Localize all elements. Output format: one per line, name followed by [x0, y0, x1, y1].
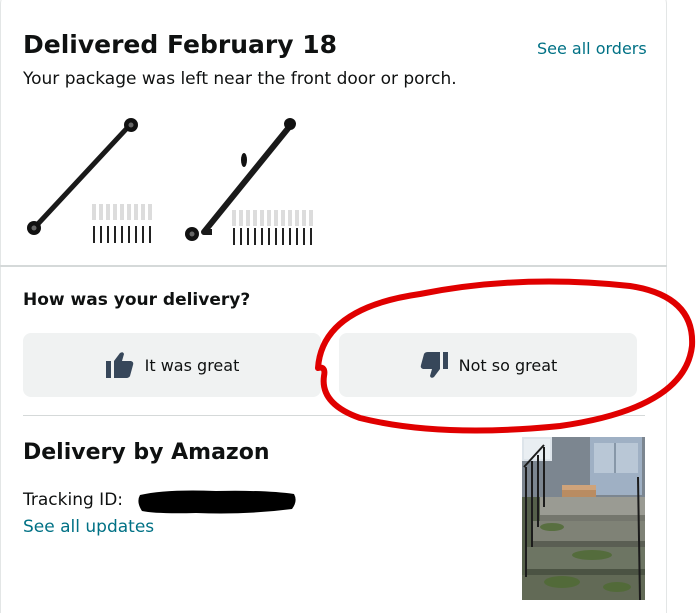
it-was-great-button[interactable]: It was great: [23, 333, 321, 397]
see-all-orders-link[interactable]: See all orders: [537, 39, 647, 58]
proof-of-delivery-photo[interactable]: [522, 437, 645, 600]
tracking-id-label: Tracking ID:: [23, 490, 124, 510]
delivery-location-text: Your package was left near the front doo…: [23, 69, 457, 89]
not-so-great-label: Not so great: [458, 355, 558, 375]
tracking-id-redaction: [136, 487, 298, 517]
section-divider: [0, 265, 667, 267]
section-divider: [23, 415, 645, 416]
angled-pipe-handrail-product-image[interactable]: [182, 112, 322, 252]
see-all-updates-link[interactable]: See all updates: [23, 517, 154, 537]
thumbs-down-icon: [419, 351, 449, 379]
not-so-great-button[interactable]: Not so great: [339, 333, 637, 397]
thumbs-up-icon: [105, 351, 135, 379]
it-was-great-label: It was great: [144, 355, 240, 375]
delivery-status-title: Delivered February 18: [23, 30, 338, 59]
delivery-by-title: Delivery by Amazon: [23, 440, 270, 465]
order-card: Delivered February 18 See all orders You…: [0, 0, 698, 613]
pipe-handrail-product-image[interactable]: [22, 112, 162, 252]
delivery-feedback-question: How was your delivery?: [23, 290, 251, 310]
